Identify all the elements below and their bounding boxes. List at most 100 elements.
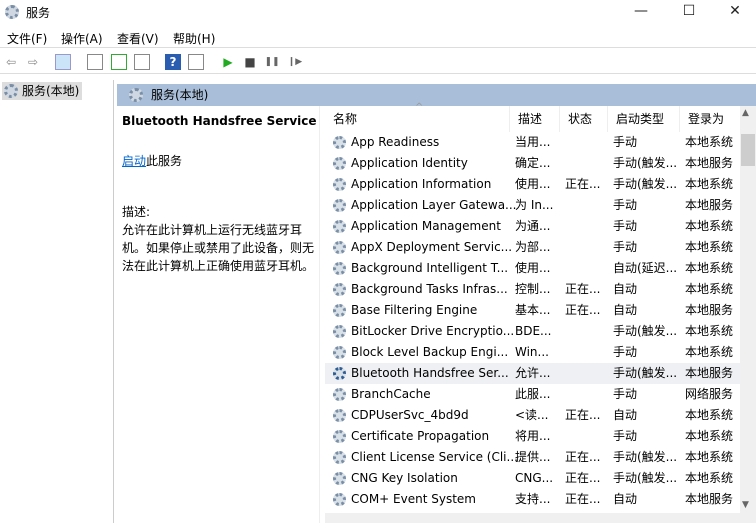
- tree-item-services-local[interactable]: 服务(本地): [2, 82, 82, 100]
- service-log-on-as: 本地系统: [685, 177, 734, 191]
- back-icon[interactable]: ⇦: [3, 54, 19, 70]
- service-name: COM+ Event System: [351, 492, 476, 506]
- service-startup-type: 手动(触发...: [613, 177, 678, 191]
- service-log-on-as: 本地服务: [685, 198, 734, 212]
- scroll-down-icon[interactable]: ▼: [742, 500, 749, 510]
- action-pane-icon[interactable]: [188, 54, 204, 70]
- table-row[interactable]: Client License Service (Cli... 提供... 正在...…: [325, 447, 740, 468]
- start-suffix: 此服务: [146, 154, 183, 168]
- column-status[interactable]: 状态: [560, 106, 608, 132]
- table-row[interactable]: BranchCache 此服... 手动 网络服务: [325, 384, 740, 405]
- service-log-on-as: 本地服务: [685, 156, 734, 170]
- pause-icon[interactable]: ❚❚: [264, 54, 280, 70]
- service-name: Background Tasks Infras...: [351, 282, 508, 296]
- column-log-on-as[interactable]: 登录为: [680, 106, 740, 132]
- service-log-on-as: 本地服务: [685, 303, 734, 317]
- close-button[interactable]: ✕: [712, 0, 756, 24]
- service-name: App Readiness: [351, 135, 440, 149]
- service-log-on-as: 本地系统: [685, 135, 734, 149]
- service-description: Win...: [515, 345, 549, 359]
- table-row[interactable]: CDPUserSvc_4bd9d <读... 正在... 自动 本地系统: [325, 405, 740, 426]
- properties-icon[interactable]: [87, 54, 103, 70]
- show-tree-icon[interactable]: [55, 54, 71, 70]
- description-text: 允许在此计算机上运行无线蓝牙耳机。如果停止或禁用了此设备，则无法在此计算机上正确…: [122, 223, 315, 273]
- service-description: 为部...: [515, 240, 551, 254]
- table-row[interactable]: Block Level Backup Engi... Win... 手动 本地系统: [325, 342, 740, 363]
- service-log-on-as: 本地系统: [685, 261, 734, 275]
- service-name: Base Filtering Engine: [351, 303, 478, 317]
- services-list: 名称 ^ 描述 状态 启动类型 登录为 App Readiness 当用... 手动…: [325, 102, 740, 523]
- scroll-up-icon[interactable]: ▲: [742, 108, 749, 118]
- service-log-on-as: 网络服务: [685, 387, 734, 401]
- menu-help[interactable]: 帮助(H): [173, 30, 215, 47]
- service-description: 允许...: [515, 366, 551, 380]
- service-gear-icon: [333, 304, 346, 317]
- pane-header: 服务(本地): [117, 84, 756, 106]
- service-name: Application Identity: [351, 156, 468, 170]
- service-startup-type: 手动: [613, 345, 638, 359]
- service-description: 基本...: [515, 303, 551, 317]
- service-description: 将用...: [515, 429, 551, 443]
- start-icon[interactable]: ▶: [220, 54, 236, 70]
- service-log-on-as: 本地系统: [685, 219, 734, 233]
- table-row[interactable]: App Readiness 当用... 手动 本地系统: [325, 132, 740, 153]
- service-description: 确定...: [515, 156, 551, 170]
- tree-pane: 服务(本地): [0, 80, 114, 523]
- refresh-icon[interactable]: [111, 54, 127, 70]
- table-row[interactable]: Base Filtering Engine 基本... 正在... 自动 本地服务: [325, 300, 740, 321]
- title-bar: 服务 — ☐ ✕: [0, 0, 756, 24]
- table-row[interactable]: COM+ Event System 支持... 正在... 自动 本地服务: [325, 489, 740, 510]
- table-row[interactable]: CNG Key Isolation CNG... 正在... 手动(触发... 本地系统: [325, 468, 740, 489]
- service-log-on-as: 本地系统: [685, 429, 734, 443]
- service-gear-icon: [333, 178, 346, 191]
- service-description: 为 In...: [515, 198, 554, 212]
- service-gear-icon: [333, 451, 346, 464]
- table-row[interactable]: Application Identity 确定... 手动(触发... 本地服务: [325, 153, 740, 174]
- help-icon[interactable]: ?: [165, 54, 181, 70]
- stop-icon[interactable]: ■: [242, 54, 258, 70]
- service-startup-type: 手动: [613, 387, 638, 401]
- service-gear-icon: [333, 283, 346, 296]
- sort-ascending-icon: ^: [415, 102, 424, 113]
- menu-view[interactable]: 查看(V): [117, 30, 159, 47]
- service-description: 使用...: [515, 177, 551, 191]
- table-row[interactable]: Background Intelligent T... 使用... 自动(延迟...…: [325, 258, 740, 279]
- maximize-button[interactable]: ☐: [666, 0, 712, 24]
- service-log-on-as: 本地系统: [685, 282, 734, 296]
- menu-action[interactable]: 操作(A): [61, 30, 103, 47]
- service-description: BDE...: [515, 324, 552, 338]
- table-row[interactable]: Bluetooth Handsfree Ser... 允许... 手动(触发... 本…: [325, 363, 740, 384]
- service-gear-icon: [333, 472, 346, 485]
- vertical-scrollbar[interactable]: ▲ ▼: [740, 106, 756, 523]
- service-name: Block Level Backup Engi...: [351, 345, 509, 359]
- table-row[interactable]: AppX Deployment Servic... 为部... 手动 本地系统: [325, 237, 740, 258]
- service-name: Bluetooth Handsfree Ser...: [351, 366, 509, 380]
- table-row[interactable]: Background Tasks Infras... 控制... 正在... 自动 本地…: [325, 279, 740, 300]
- column-startup-type[interactable]: 启动类型: [608, 106, 680, 132]
- service-log-on-as: 本地服务: [685, 366, 734, 380]
- menu-file[interactable]: 文件(F): [7, 30, 47, 47]
- forward-icon[interactable]: ⇨: [25, 54, 41, 70]
- table-row[interactable]: Application Layer Gatewa... 为 In... 手动 本地服务: [325, 195, 740, 216]
- column-description[interactable]: 描述: [510, 106, 560, 132]
- service-startup-type: 手动(触发...: [613, 450, 678, 464]
- service-log-on-as: 本地系统: [685, 324, 734, 338]
- service-startup-type: 自动(延迟...: [613, 261, 678, 275]
- service-gear-icon: [333, 430, 346, 443]
- menu-bar: 文件(F) 操作(A) 查看(V) 帮助(H): [0, 26, 756, 48]
- service-startup-type: 手动: [613, 219, 638, 233]
- table-row[interactable]: Certificate Propagation 将用... 手动 本地系统: [325, 426, 740, 447]
- table-row[interactable]: BitLocker Drive Encryptio... BDE... 手动(触发.…: [325, 321, 740, 342]
- service-status: 正在...: [565, 408, 601, 422]
- resume-icon[interactable]: ❙▶: [287, 54, 303, 70]
- table-row[interactable]: Application Management 为通... 手动 本地系统: [325, 216, 740, 237]
- export-icon[interactable]: [134, 54, 150, 70]
- minimize-button[interactable]: —: [618, 0, 664, 24]
- horizontal-scrollbar[interactable]: [325, 513, 740, 523]
- scroll-thumb[interactable]: [741, 134, 755, 166]
- services-icon: [129, 88, 143, 102]
- service-name: CNG Key Isolation: [351, 471, 458, 485]
- service-gear-icon: [333, 157, 346, 170]
- start-service-link[interactable]: 启动: [122, 154, 146, 168]
- table-row[interactable]: Application Information 使用... 正在... 手动(触发..…: [325, 174, 740, 195]
